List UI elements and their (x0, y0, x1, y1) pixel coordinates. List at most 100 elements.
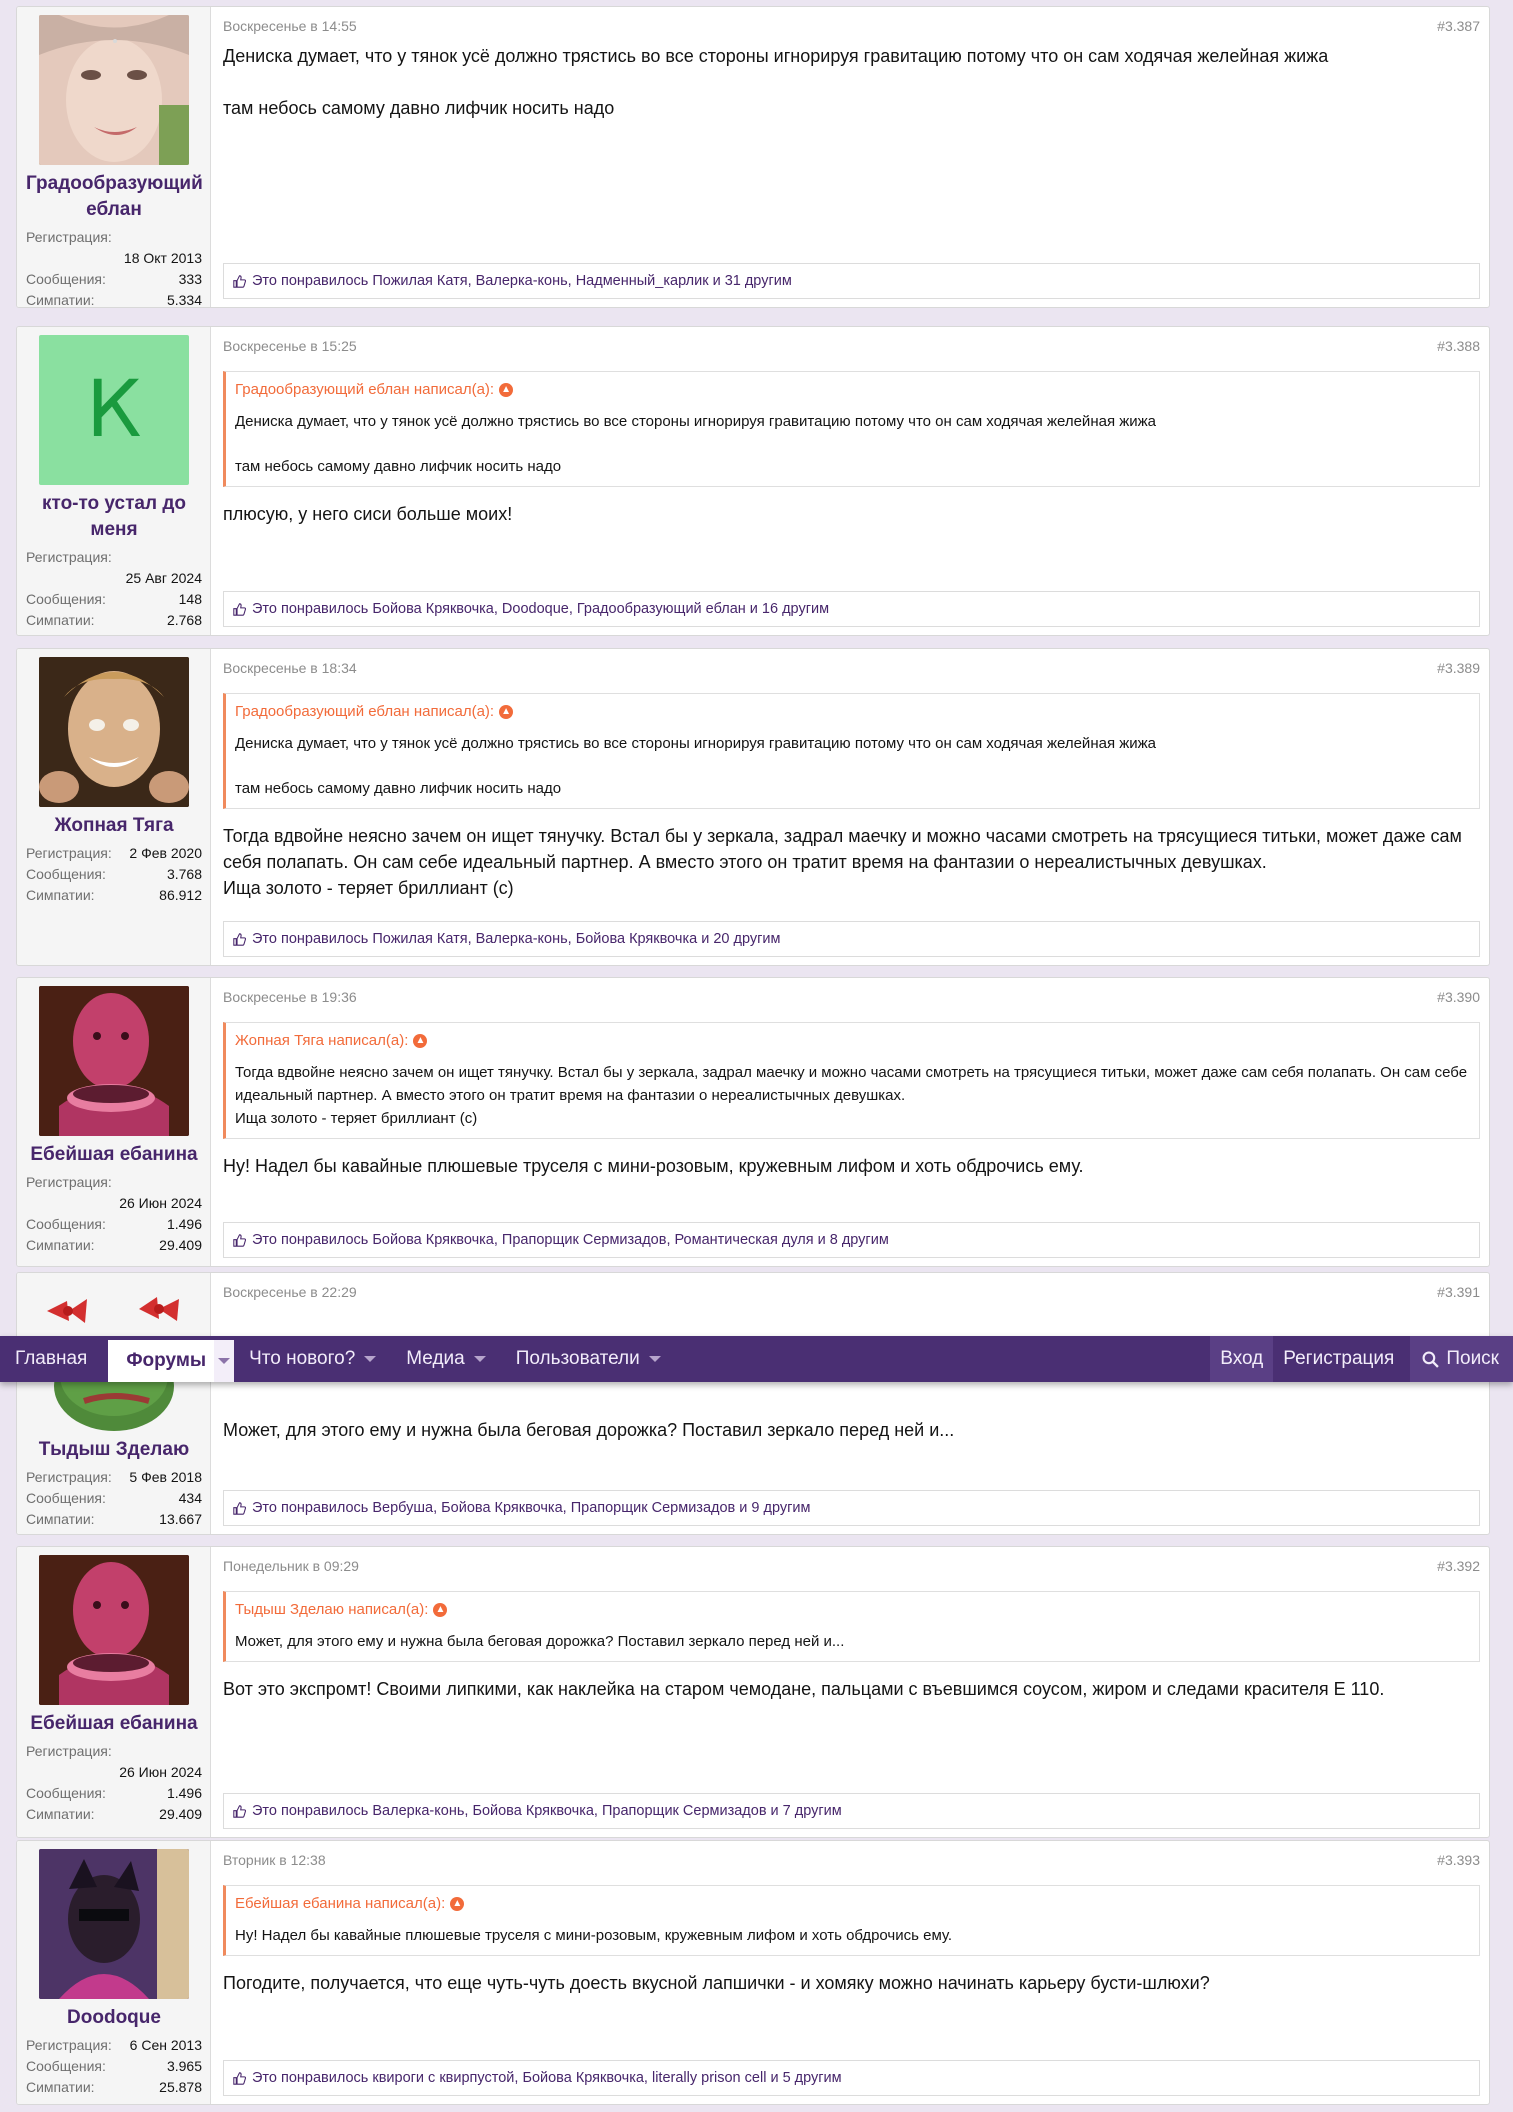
user-stats: Регистрация: 18 Окт 2013 Сообщения: 333 Си… (26, 227, 202, 307)
post-date[interactable]: Понедельник в 09:29 (223, 1557, 359, 1575)
likes-text[interactable]: Это понравилось Бойова Кряквочка, Doodoq… (252, 601, 829, 617)
nav-whats-new-label[interactable]: Что нового? (249, 1348, 355, 1370)
reg-value: 26 Июн 2024 (119, 1764, 202, 1780)
post-text: Тогда вдвойне неясно зачем он ищет тянуч… (223, 826, 1462, 872)
msgs-label: Сообщения: (26, 271, 106, 287)
post-text: Дениска думает, что у тянок усё должно т… (223, 46, 1329, 66)
quote-header[interactable]: Ебейшая ебанина написал(а): ▲ (235, 1895, 1468, 1912)
username[interactable]: Жопная Тяга (26, 813, 202, 839)
username[interactable]: Doodoque (26, 2005, 202, 2031)
likes-bar[interactable]: Это понравилось Пожилая Катя, Валерка-ко… (223, 263, 1480, 299)
avatar[interactable] (39, 986, 189, 1136)
post-number[interactable]: #3.391 (1437, 1283, 1480, 1301)
quote-author[interactable]: Тыдыш Зделаю написал(а): (235, 1601, 428, 1618)
avatar[interactable]: К (39, 335, 189, 485)
post-body: Тогда вдвойне неясно зачем он ищет тянуч… (223, 823, 1480, 921)
quote-author[interactable]: Градообразующий еблан написал(а): (235, 703, 494, 720)
login-button[interactable]: Вход (1210, 1336, 1274, 1382)
nav-home[interactable]: Главная (0, 1336, 102, 1382)
arrow-up-icon[interactable]: ▲ (433, 1602, 448, 1617)
post-number[interactable]: #3.393 (1437, 1851, 1480, 1869)
arrow-up-icon[interactable]: ▲ (450, 1896, 465, 1911)
username[interactable]: Градообразующий еблан (26, 171, 203, 223)
reg-value: 18 Окт 2013 (123, 250, 202, 266)
chevron-down-icon[interactable] (364, 1356, 377, 1362)
likes-text[interactable]: Это понравилось Вербуша, Бойова Кряквочк… (252, 1500, 810, 1516)
user-panel: Doodoque Регистрация: 6 Сен 2013 Сообщени… (17, 1841, 211, 2104)
post-date[interactable]: Воскресенье в 15:25 (223, 337, 357, 355)
post-date[interactable]: Воскресенье в 22:29 (223, 1283, 357, 1301)
post-number[interactable]: #3.392 (1437, 1557, 1480, 1575)
reg-value: 26 Июн 2024 (119, 1195, 202, 1211)
arrow-up-icon[interactable]: ▲ (499, 382, 514, 397)
likes-text[interactable]: Это понравилось квироги с квирпустой, Бо… (252, 2070, 842, 2086)
likes-text[interactable]: Это понравилось Валерка-конь, Бойова Кря… (252, 1803, 842, 1819)
quote-text: там небось самому давно лифчик носить на… (235, 458, 562, 475)
post-number[interactable]: #3.390 (1437, 988, 1480, 1006)
nav-home-label[interactable]: Главная (15, 1348, 87, 1370)
user-stats: Регистрация: 6 Сен 2013 Сообщения: 3.965 С… (26, 2035, 202, 2098)
nav-forums-dropdown[interactable] (214, 1340, 235, 1382)
msgs-value: 3.965 (166, 2058, 202, 2074)
post-number[interactable]: #3.387 (1437, 17, 1480, 35)
reg-value: 25 Авг 2024 (125, 570, 202, 586)
quote-header[interactable]: Тыдыш Зделаю написал(а): ▲ (235, 1601, 1468, 1618)
msgs-value: 1.496 (166, 1785, 202, 1801)
likes-bar[interactable]: Это понравилось Бойова Кряквочка, Doodoq… (223, 591, 1480, 627)
nav-members-label[interactable]: Пользователи (516, 1348, 640, 1370)
quote-author[interactable]: Ебейшая ебанина написал(а): (235, 1895, 445, 1912)
likes-label: Симпатии: (26, 1511, 95, 1527)
avatar[interactable] (39, 1849, 189, 1999)
post-date[interactable]: Воскресенье в 19:36 (223, 988, 357, 1006)
likes-bar[interactable]: Это понравилось Пожилая Катя, Валерка-ко… (223, 921, 1480, 957)
user-stats: Регистрация: 26 Июн 2024 Сообщения: 1.496 … (26, 1172, 202, 1256)
post-date[interactable]: Воскресенье в 14:55 (223, 17, 357, 35)
nav-forums-label[interactable]: Форумы (126, 1350, 206, 1372)
username[interactable]: Тыдыш Зделаю (26, 1437, 202, 1463)
post-number[interactable]: #3.388 (1437, 337, 1480, 355)
post-date[interactable]: Воскресенье в 18:34 (223, 659, 357, 677)
likes-bar[interactable]: Это понравилось квироги с квирпустой, Бо… (223, 2060, 1480, 2096)
post-text: Ища золото - теряет бриллиант (с) (223, 878, 514, 898)
likes-bar[interactable]: Это понравилось Вербуша, Бойова Кряквочк… (223, 1490, 1480, 1526)
nav-media[interactable]: Медиа (391, 1336, 500, 1382)
post-main: Воскресенье в 18:34 #3.389 Градообразующи… (211, 649, 1489, 965)
quote-header[interactable]: Градообразующий еблан написал(а): ▲ (235, 381, 1468, 398)
arrow-up-icon[interactable]: ▲ (499, 704, 514, 719)
quote-header[interactable]: Жопная Тяга написал(а): ▲ (235, 1032, 1468, 1049)
quote-author[interactable]: Жопная Тяга написал(а): (235, 1032, 408, 1049)
likes-bar[interactable]: Это понравилось Бойова Кряквочка, Прапор… (223, 1222, 1480, 1258)
username[interactable]: кто-то устал до меня (26, 491, 202, 543)
search-button[interactable]: Поиск (1410, 1336, 1513, 1382)
likes-value: 29.409 (159, 1806, 202, 1822)
username[interactable]: Ебейшая ебанина (26, 1711, 202, 1737)
username[interactable]: Ебейшая ебанина (26, 1142, 202, 1168)
arrow-up-icon[interactable]: ▲ (413, 1033, 428, 1048)
likes-label: Симпатии: (26, 887, 95, 903)
user-photo-icon (39, 1555, 189, 1705)
post-body: Дениска думает, что у тянок усё должно т… (223, 43, 1480, 263)
avatar[interactable] (39, 15, 189, 165)
avatar[interactable] (39, 1555, 189, 1705)
avatar[interactable] (39, 657, 189, 807)
likes-bar[interactable]: Это понравилось Валерка-конь, Бойова Кря… (223, 1793, 1480, 1829)
thumbs-up-icon (233, 1804, 246, 1818)
nav-media-label[interactable]: Медиа (406, 1348, 464, 1370)
chevron-down-icon[interactable] (473, 1356, 486, 1362)
register-button[interactable]: Регистрация (1273, 1336, 1404, 1382)
user-panel: Жопная Тяга Регистрация: 2 Фев 2020 Сообщ… (17, 649, 211, 965)
nav-whats-new[interactable]: Что нового? (234, 1336, 391, 1382)
likes-text[interactable]: Это понравилось Бойова Кряквочка, Прапор… (252, 1232, 889, 1248)
quote-text: Ища золото - теряет бриллиант (с) (235, 1110, 478, 1127)
quote-header[interactable]: Градообразующий еблан написал(а): ▲ (235, 703, 1468, 720)
thumbs-up-icon (233, 1501, 246, 1515)
quote-author[interactable]: Градообразующий еблан написал(а): (235, 381, 494, 398)
post-number[interactable]: #3.389 (1437, 659, 1480, 677)
post-date[interactable]: Вторник в 12:38 (223, 1851, 326, 1869)
likes-text[interactable]: Это понравилось Пожилая Катя, Валерка-ко… (252, 931, 780, 947)
nav-members[interactable]: Пользователи (501, 1336, 676, 1382)
likes-text[interactable]: Это понравилось Пожилая Катя, Валерка-ко… (252, 273, 792, 289)
search-label[interactable]: Поиск (1446, 1348, 1499, 1370)
chevron-down-icon[interactable] (648, 1356, 661, 1362)
nav-forums[interactable]: Форумы (108, 1336, 235, 1382)
